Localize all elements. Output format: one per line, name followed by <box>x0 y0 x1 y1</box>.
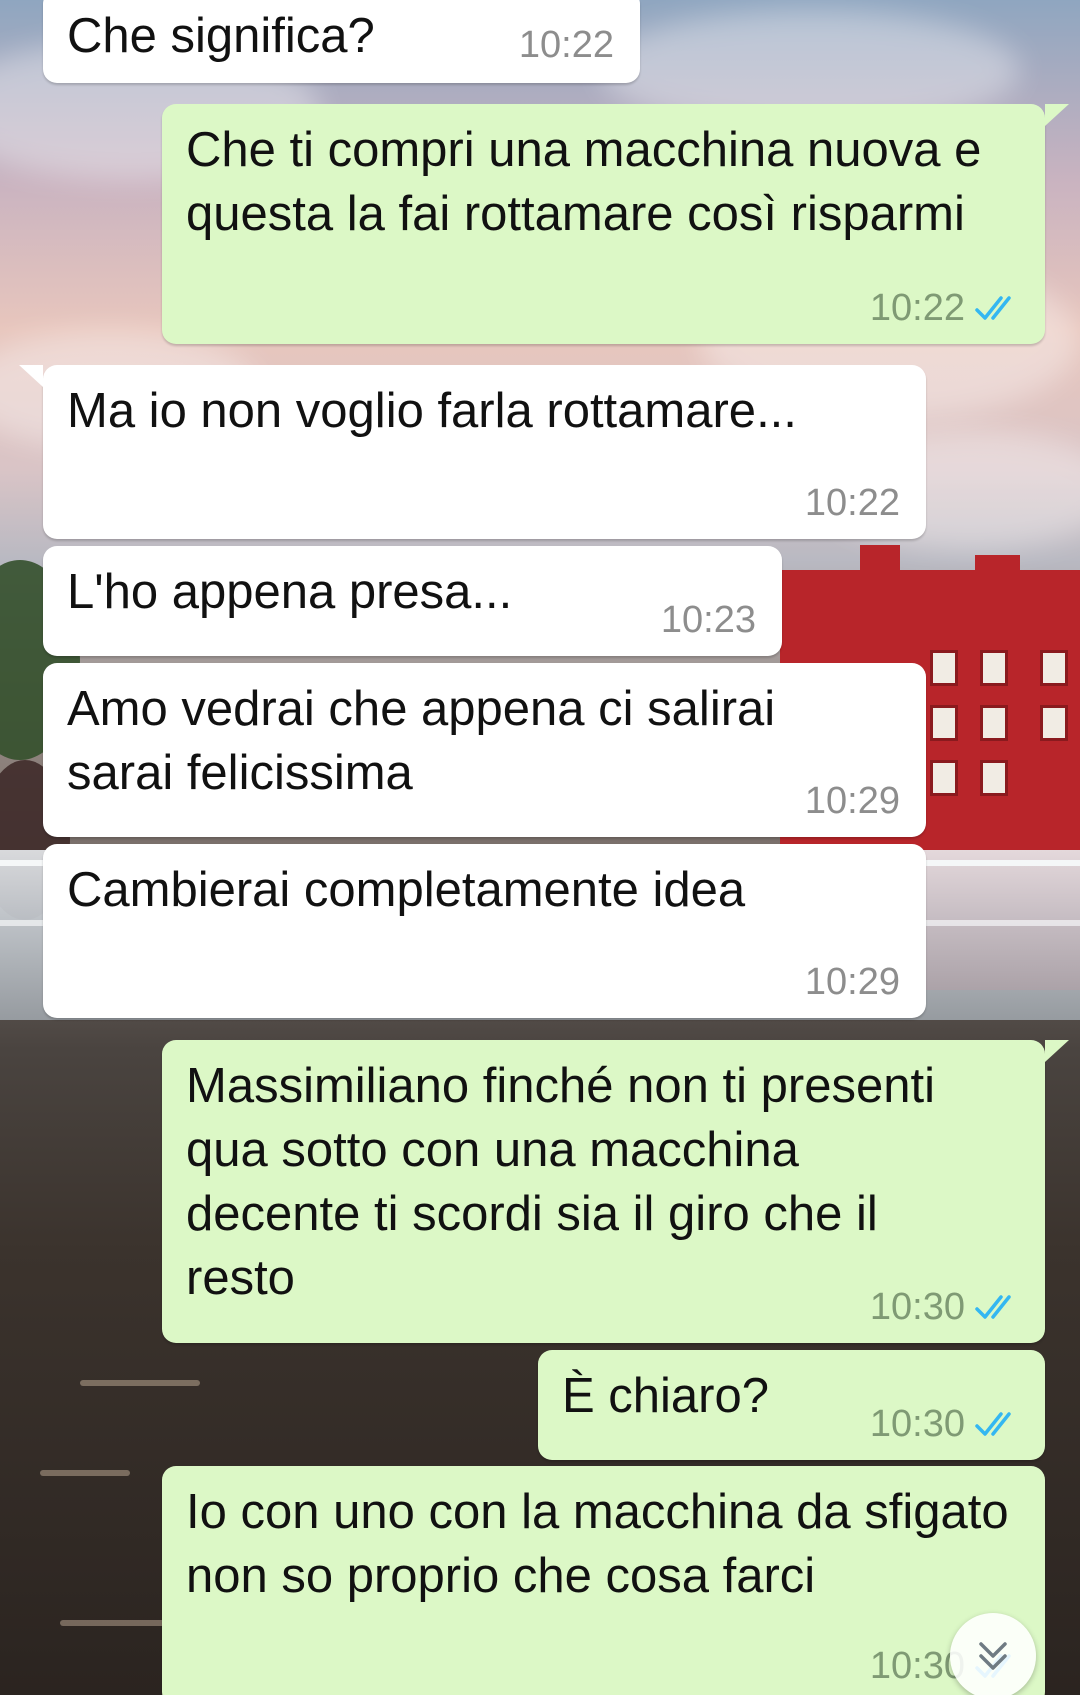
message-text: L'ho appena presa... <box>67 565 513 619</box>
message-bubble-outgoing[interactable]: È chiaro? 10:30 <box>538 1350 1045 1460</box>
message-time: 10:29 <box>804 780 900 822</box>
message-time: 10:30 <box>869 1286 965 1328</box>
message-time: 10:30 <box>869 1403 965 1445</box>
message-time: 10:23 <box>660 599 756 641</box>
message-list[interactable]: Che significa? 10:22 Che ti compri una m… <box>0 0 1080 1695</box>
message-bubble-incoming[interactable]: L'ho appena presa... 10:23 <box>43 546 782 656</box>
message-text: Ma io non voglio farla rottamare... <box>67 384 797 438</box>
message-text: Massimiliano finché non ti presenti qua … <box>186 1059 935 1305</box>
message-meta: 10:29 <box>805 962 900 1002</box>
message-bubble-incoming[interactable]: Cambierai completamente idea 10:29 <box>43 844 926 1018</box>
message-time: 10:22 <box>518 24 614 66</box>
message-bubble-incoming[interactable]: Ma io non voglio farla rottamare... 10:2… <box>43 365 926 539</box>
message-text: Che ti compri una macchina nuova e quest… <box>186 123 982 241</box>
double-check-icon <box>975 1295 1011 1319</box>
message-bubble-incoming[interactable]: Amo vedrai che appena ci salirai sarai f… <box>43 663 926 837</box>
double-check-icon <box>975 1412 1011 1436</box>
bubble-tail <box>1045 104 1069 126</box>
message-time: 10:22 <box>869 287 965 329</box>
scroll-to-bottom-button[interactable] <box>950 1613 1036 1695</box>
message-meta: 10:23 <box>661 600 756 640</box>
message-meta: 10:22 <box>519 25 614 65</box>
message-bubble-outgoing[interactable]: Che ti compri una macchina nuova e quest… <box>162 104 1045 344</box>
message-meta: 10:22 <box>805 483 900 523</box>
message-meta: 10:22 <box>870 288 1019 328</box>
double-check-icon <box>975 296 1011 320</box>
message-text: Cambierai completamente idea <box>67 863 746 917</box>
message-text: Amo vedrai che appena ci salirai sarai f… <box>67 682 776 800</box>
message-time: 10:22 <box>804 482 900 524</box>
bubble-tail <box>19 365 43 387</box>
message-meta: 10:30 <box>870 1287 1019 1327</box>
message-time: 10:29 <box>804 961 900 1003</box>
message-bubble-incoming[interactable]: Che significa? 10:22 <box>43 0 640 83</box>
chevron-double-down-icon <box>979 1642 1007 1670</box>
message-bubble-outgoing[interactable]: Io con uno con la macchina da sfigato no… <box>162 1466 1045 1695</box>
message-meta: 10:29 <box>805 781 900 821</box>
message-bubble-outgoing[interactable]: Massimiliano finché non ti presenti qua … <box>162 1040 1045 1343</box>
bubble-tail <box>1045 1040 1069 1062</box>
message-meta: 10:30 <box>870 1404 1019 1444</box>
message-text: Io con uno con la macchina da sfigato no… <box>186 1485 1009 1603</box>
